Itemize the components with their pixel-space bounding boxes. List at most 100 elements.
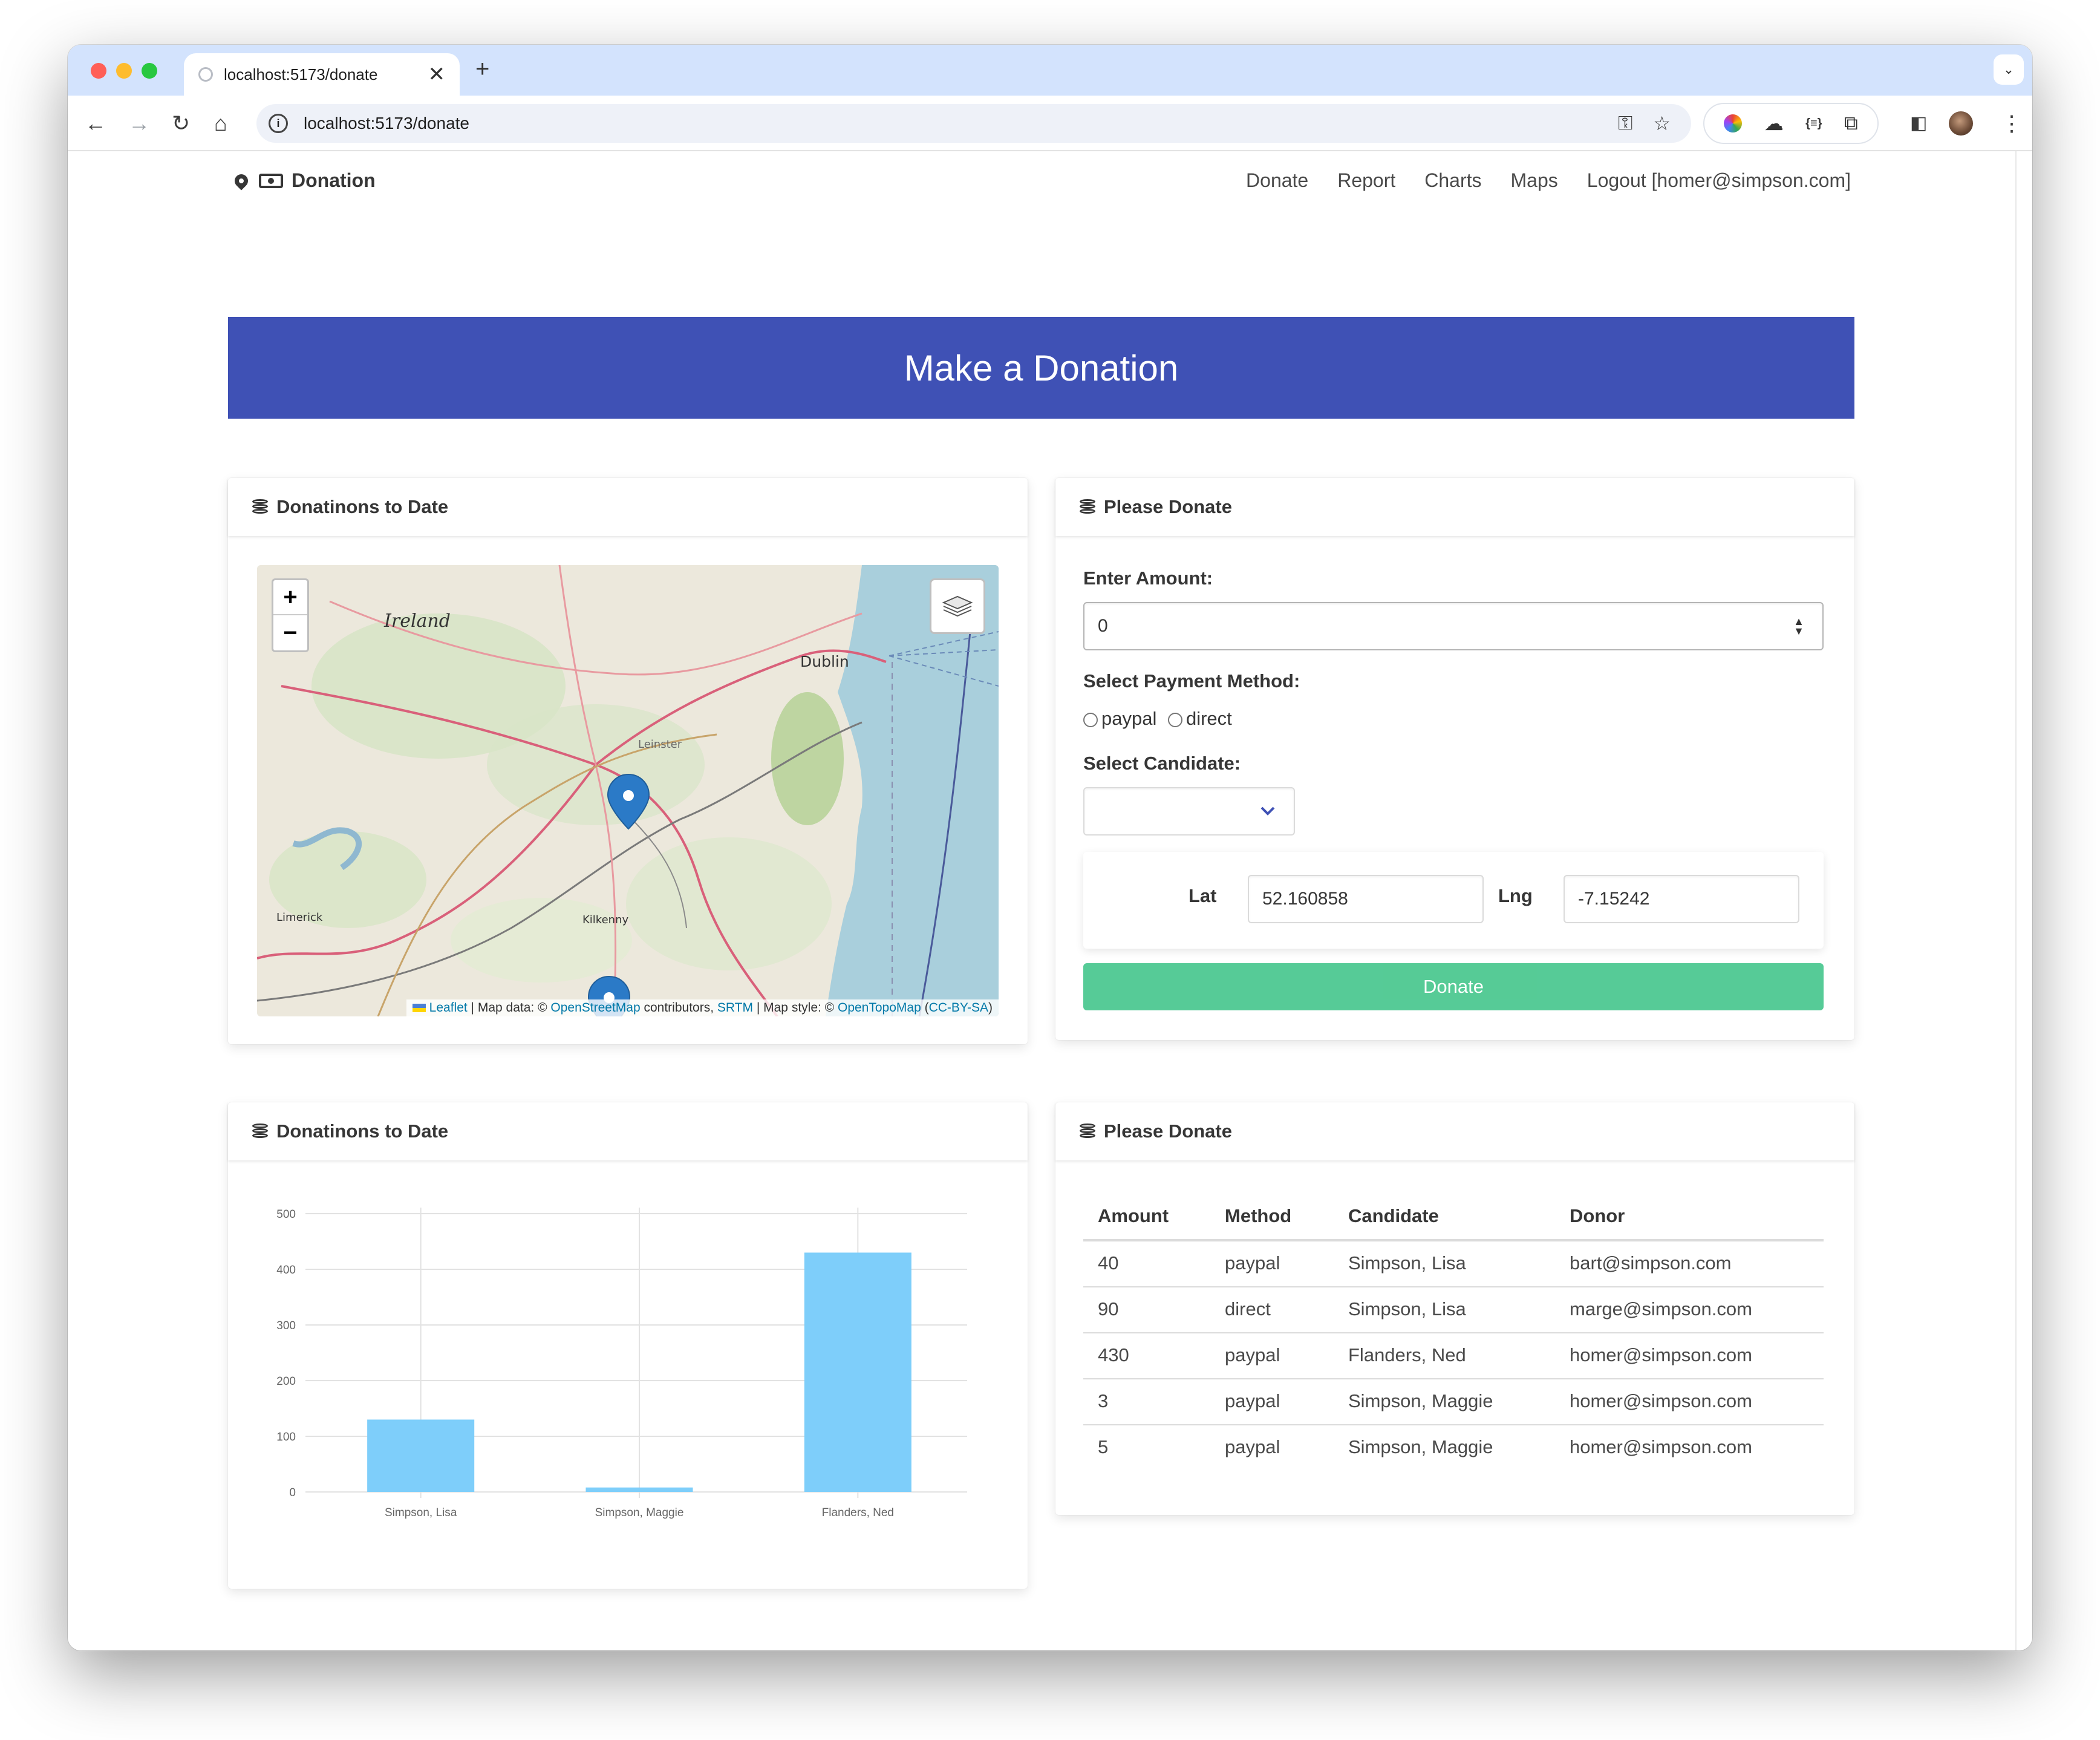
browser-window: localhost:5173/donate ✕ + ⌄ ← → ↻ ⌂ i lo… [68,45,2032,1650]
map-attribution: Leaflet | Map data: © OpenStreetMap cont… [406,999,999,1016]
cell-candidate: Simpson, Maggie [1348,1436,1493,1457]
extensions-area: ☁ {≡} ⧉ [1703,103,1879,144]
close-window-button[interactable] [91,63,106,79]
cell-candidate: Simpson, Lisa [1334,1240,1555,1287]
cell-method: paypal [1225,1436,1280,1457]
map-label-limerick: Limerick [276,911,323,924]
browser-toolbar: ← → ↻ ⌂ i localhost:5173/donate ⚿ ☆ ☁ {≡… [68,96,2032,151]
more-menu-icon[interactable]: ⋮ [2001,109,2023,138]
attribution-text-4: ( [921,1001,929,1015]
forward-icon[interactable]: → [128,109,150,138]
money-bill-icon [259,173,283,188]
map-label-dublin: Dublin [800,653,849,670]
column-header-method: Method [1210,1199,1334,1241]
lat-value: 52.160858 [1262,889,1348,909]
cell-candidate: Simpson, Maggie [1334,1379,1555,1425]
attribution-text-1: | Map data: © [467,1001,551,1015]
number-spinner-icon[interactable]: ▲ ▼ [1793,616,1804,636]
color-wheel-extension-icon[interactable] [1724,114,1743,132]
cell-amount: 40 [1083,1240,1210,1287]
site-info-icon[interactable]: i [269,114,288,133]
openstreetmap-link[interactable]: OpenStreetMap [550,1001,640,1015]
cell-amount: 430 [1083,1333,1210,1379]
x-tick-label: Simpson, Lisa [385,1506,457,1519]
attribution-text-2: contributors, [640,1001,717,1015]
paypal-radio-label[interactable]: paypal [1101,708,1156,729]
home-icon[interactable]: ⌂ [214,109,227,138]
maximize-window-button[interactable] [142,63,157,79]
address-bar[interactable]: i localhost:5173/donate ⚿ ☆ [256,104,1691,143]
donate-form-header: Please Donate [1055,478,1854,536]
candidate-label: Select Candidate: [1083,753,1241,774]
leaflet-link[interactable]: Leaflet [429,1001,468,1015]
column-header-amount: Amount [1083,1199,1210,1241]
profile-avatar[interactable] [1949,111,1973,136]
y-tick-label: 500 [276,1208,296,1221]
coins-icon [1078,1122,1098,1140]
reload-icon[interactable]: ↻ [172,109,190,138]
map-label-leinster: Leinster [638,738,682,751]
cell-candidate: Flanders, Ned [1334,1333,1555,1379]
table-row: 5 paypal Simpson, Maggie homer@simpson.c… [1083,1425,1824,1470]
lat-input[interactable]: 52.160858 [1248,875,1484,923]
map-card-header: Donatinons to Date [228,478,1028,536]
navbar-brand[interactable]: Donation [232,169,376,192]
nav-donate[interactable]: Donate [1246,169,1308,192]
zoom-out-button[interactable]: − [273,615,307,650]
zoom-in-button[interactable]: + [273,580,307,615]
opentopomap-link[interactable]: OpenTopoMap [838,1001,921,1015]
address-url[interactable]: localhost:5173/donate [304,114,1618,133]
bookmark-star-icon[interactable]: ☆ [1653,112,1671,135]
cell-method: paypal [1210,1333,1334,1379]
leaflet-map[interactable]: Ireland Dublin Leinster Limerick Kilkenn… [257,565,999,1016]
srtm-link[interactable]: SRTM [717,1001,753,1015]
nav-report[interactable]: Report [1337,169,1395,192]
cell-candidate: Simpson, Lisa [1334,1287,1555,1333]
page-hero: Make a Donation [228,317,1854,419]
layers-icon [942,595,973,617]
chart-card: Donatinons to Date 0 100 200 300 400 500 Simps… [228,1102,1028,1589]
amount-input[interactable]: 0 ▲ ▼ [1083,602,1824,650]
side-panel-icon[interactable]: ◧ [1910,109,1927,138]
nav-logout[interactable]: Logout [homer@simpson.com] [1587,169,1851,192]
x-tick-label: Flanders, Ned [822,1506,894,1519]
map-tiles[interactable]: Ireland Dublin Leinster Limerick Kilkenn… [257,565,999,1016]
back-icon[interactable]: ← [85,109,106,138]
candidate-select[interactable] [1083,787,1295,836]
donations-table-header: Please Donate [1055,1102,1854,1160]
direct-radio[interactable] [1167,712,1182,727]
close-tab-icon[interactable]: ✕ [428,62,446,87]
cell-donor: homer@simpson.com [1555,1333,1824,1379]
table-row: 3 paypal Simpson, Maggie homer@simpson.c… [1083,1379,1824,1425]
browser-tab[interactable]: localhost:5173/donate ✕ [184,53,460,96]
direct-radio-label[interactable]: direct [1186,708,1232,729]
puzzle-extensions-icon[interactable]: ⧉ [1844,112,1858,135]
table-row: 90 direct Simpson, Lisa marge@simpson.co… [1083,1287,1824,1333]
nav-maps[interactable]: Maps [1511,169,1558,192]
layers-control[interactable] [930,578,985,634]
key-icon[interactable]: ⚿ [1618,112,1632,135]
cell-amount: 3 [1083,1379,1210,1425]
tab-title: localhost:5173/donate [224,65,378,83]
new-tab-button[interactable]: + [475,56,489,83]
cloud-extension-icon[interactable]: ☁ [1764,112,1784,135]
map-marker-icon [232,171,251,191]
cc-by-sa-link[interactable]: CC-BY-SA [929,1001,988,1015]
ukraine-flag-icon [412,1004,426,1013]
page-title: Make a Donation [904,347,1179,388]
chevron-down-icon: ⌄ [2003,62,2015,77]
cell-donor: homer@simpson.com [1555,1379,1824,1425]
y-tick-label: 100 [276,1431,296,1444]
json-extension-icon[interactable]: {≡} [1805,117,1822,131]
brand-title: Donation [292,169,376,191]
donate-submit-button[interactable]: Donate [1083,963,1824,1010]
zoom-control: + − [272,578,309,652]
page-scrollbar[interactable] [2015,151,2017,1650]
lng-input[interactable]: -7.15242 [1564,875,1799,923]
minimize-window-button[interactable] [116,63,132,79]
cell-donor: bart@simpson.com [1555,1240,1824,1287]
cell-method: paypal [1210,1240,1334,1287]
nav-charts[interactable]: Charts [1424,169,1481,192]
paypal-radio[interactable] [1083,712,1098,727]
tab-search-button[interactable]: ⌄ [1994,54,2024,85]
